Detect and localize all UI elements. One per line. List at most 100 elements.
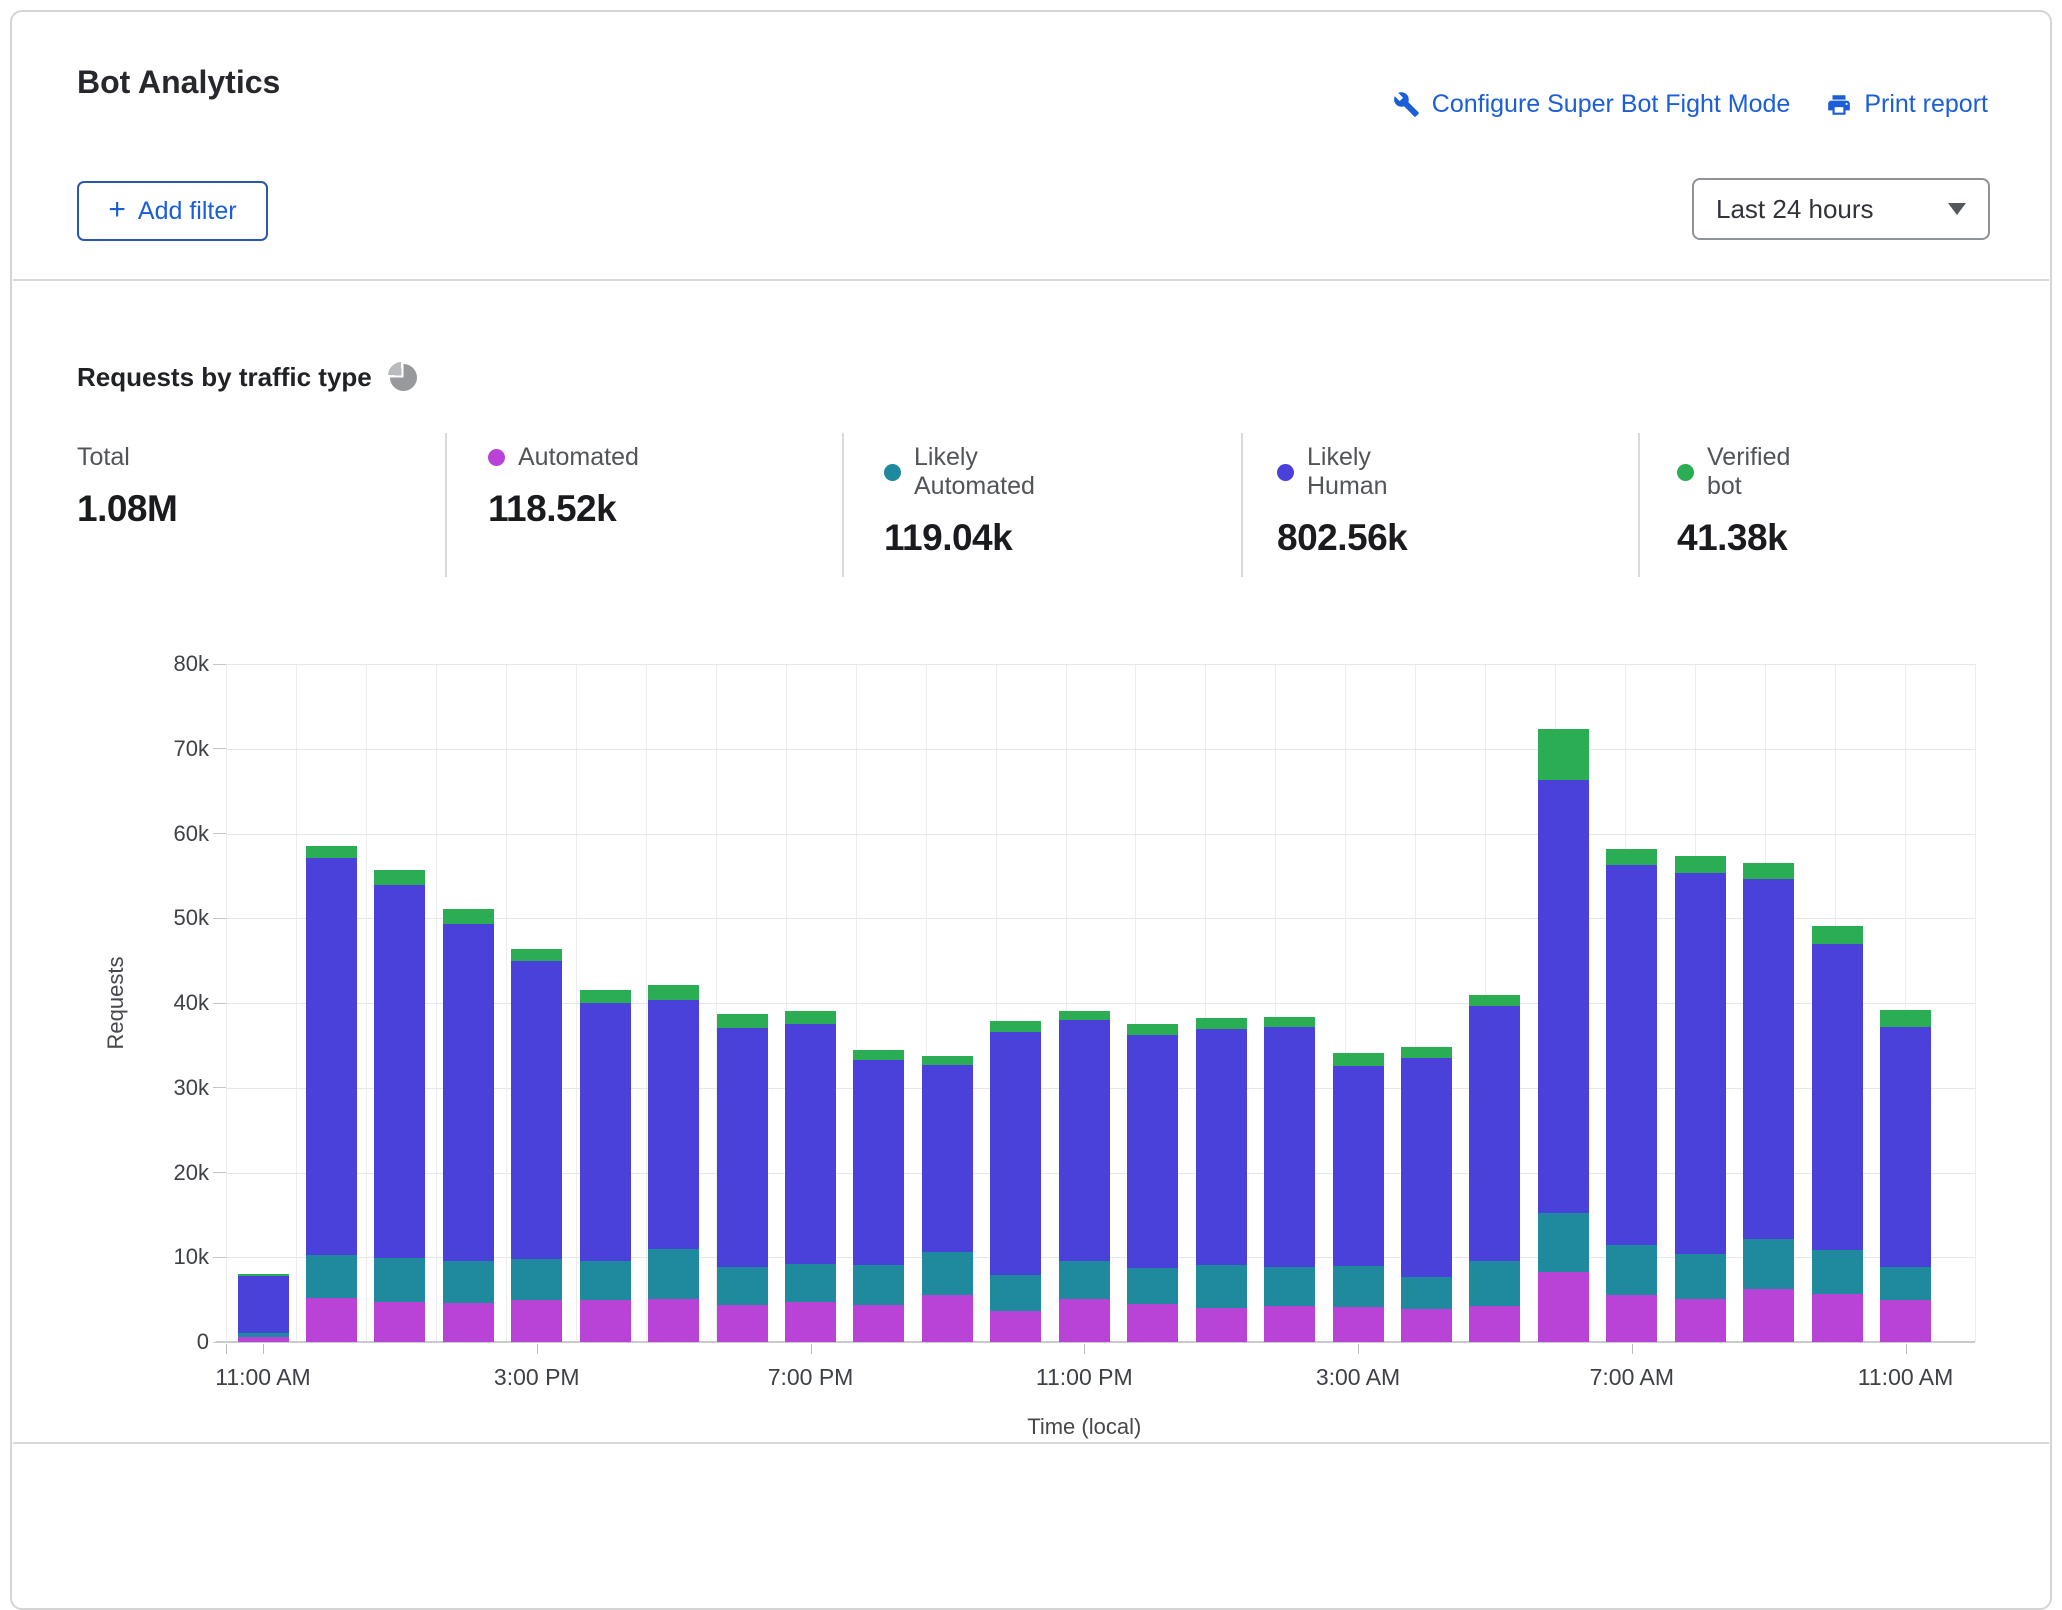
bar-segment-likely-automated[interactable] [443,1261,494,1303]
bar-segment-likely-human[interactable] [1059,1020,1110,1262]
bar-segment-likely-automated[interactable] [238,1333,289,1337]
bar-segment-automated[interactable] [1880,1300,1931,1342]
bar-segment-likely-automated[interactable] [1812,1250,1863,1293]
bar-segment-verified-bot[interactable] [717,1014,768,1028]
bar-segment-likely-automated[interactable] [1059,1261,1110,1299]
bar-segment-likely-human[interactable] [1675,873,1726,1254]
bar-segment-automated[interactable] [1743,1289,1794,1342]
bar-segment-likely-automated[interactable] [306,1255,357,1298]
bar-segment-likely-human[interactable] [1880,1027,1931,1268]
bar-segment-likely-automated[interactable] [853,1265,904,1305]
bar-segment-automated[interactable] [238,1337,289,1342]
bar-segment-verified-bot[interactable] [785,1011,836,1024]
bar-segment-verified-bot[interactable] [238,1274,289,1276]
bar-segment-verified-bot[interactable] [1812,926,1863,944]
bar-segment-likely-human[interactable] [717,1028,768,1267]
time-range-select[interactable]: Last 24 hours [1692,178,1990,240]
bar-segment-likely-human[interactable] [580,1003,631,1261]
add-filter-button[interactable]: + Add filter [77,181,268,241]
bar-segment-automated[interactable] [648,1299,699,1342]
bar-segment-verified-bot[interactable] [990,1021,1041,1032]
bar-segment-likely-human[interactable] [648,1000,699,1249]
bar-segment-automated[interactable] [1059,1299,1110,1342]
bar-segment-verified-bot[interactable] [1606,849,1657,865]
bar-segment-automated[interactable] [785,1302,836,1342]
bar-segment-automated[interactable] [306,1298,357,1342]
bar-segment-verified-bot[interactable] [1401,1047,1452,1058]
bar-segment-automated[interactable] [511,1300,562,1342]
bar-segment-verified-bot[interactable] [374,870,425,885]
bar-segment-likely-human[interactable] [1743,879,1794,1238]
bar-segment-verified-bot[interactable] [580,990,631,1003]
bar-segment-likely-automated[interactable] [1880,1267,1931,1300]
bar-segment-likely-human[interactable] [443,924,494,1261]
bar-segment-likely-automated[interactable] [1264,1267,1315,1306]
bar-segment-automated[interactable] [1127,1304,1178,1342]
bar-segment-automated[interactable] [443,1303,494,1342]
bar-segment-likely-automated[interactable] [922,1252,973,1294]
bar-segment-verified-bot[interactable] [1675,856,1726,873]
bar-segment-likely-automated[interactable] [1469,1261,1520,1307]
bar-segment-likely-automated[interactable] [580,1261,631,1301]
bar-segment-likely-human[interactable] [1401,1058,1452,1277]
bar-segment-likely-human[interactable] [306,858,357,1255]
bar-segment-likely-human[interactable] [853,1060,904,1265]
bar-segment-automated[interactable] [1812,1294,1863,1342]
bar-segment-likely-human[interactable] [1469,1006,1520,1260]
bar-segment-verified-bot[interactable] [1538,729,1589,780]
configure-super-bot-fight-mode-link[interactable]: Configure Super Bot Fight Mode [1393,90,1791,119]
bar-segment-automated[interactable] [1333,1307,1384,1342]
bar-segment-automated[interactable] [717,1305,768,1342]
bar-segment-verified-bot[interactable] [1196,1018,1247,1029]
bar-segment-verified-bot[interactable] [1264,1017,1315,1027]
bar-segment-likely-automated[interactable] [1196,1265,1247,1308]
bar-segment-verified-bot[interactable] [1059,1011,1110,1019]
bar-segment-verified-bot[interactable] [648,985,699,999]
bar-segment-automated[interactable] [1469,1306,1520,1342]
bar-segment-likely-human[interactable] [1538,780,1589,1213]
bar-segment-verified-bot[interactable] [1880,1010,1931,1027]
bar-segment-verified-bot[interactable] [1333,1053,1384,1066]
bar-segment-likely-automated[interactable] [374,1258,425,1302]
bar-segment-verified-bot[interactable] [306,846,357,858]
bar-segment-likely-automated[interactable] [1333,1266,1384,1308]
bar-segment-likely-human[interactable] [922,1065,973,1252]
bar-segment-likely-human[interactable] [1606,865,1657,1246]
bar-segment-automated[interactable] [580,1300,631,1342]
bar-segment-likely-automated[interactable] [990,1275,1041,1311]
bar-segment-likely-human[interactable] [374,885,425,1258]
bar-segment-likely-automated[interactable] [785,1264,836,1302]
bar-segment-likely-automated[interactable] [648,1249,699,1299]
bar-segment-verified-bot[interactable] [1469,995,1520,1006]
bar-segment-likely-automated[interactable] [1401,1277,1452,1310]
bar-segment-verified-bot[interactable] [922,1056,973,1064]
bar-segment-likely-human[interactable] [1333,1066,1384,1266]
bar-segment-automated[interactable] [1675,1299,1726,1342]
bar-segment-likely-human[interactable] [1812,944,1863,1251]
bar-segment-likely-automated[interactable] [511,1259,562,1300]
bar-segment-automated[interactable] [374,1302,425,1342]
bar-segment-automated[interactable] [1264,1306,1315,1342]
bar-segment-likely-human[interactable] [238,1276,289,1333]
bar-segment-automated[interactable] [922,1295,973,1342]
bar-segment-likely-human[interactable] [1127,1035,1178,1268]
bar-segment-likely-automated[interactable] [1538,1213,1589,1271]
bar-segment-likely-human[interactable] [1264,1027,1315,1268]
bar-segment-verified-bot[interactable] [511,949,562,962]
bar-segment-likely-automated[interactable] [1127,1268,1178,1304]
bar-segment-verified-bot[interactable] [853,1050,904,1060]
bar-segment-automated[interactable] [1196,1308,1247,1342]
bar-segment-automated[interactable] [1538,1272,1589,1342]
bar-segment-likely-human[interactable] [785,1024,836,1264]
bar-segment-likely-automated[interactable] [1675,1254,1726,1299]
bar-segment-likely-human[interactable] [990,1032,1041,1275]
bar-segment-automated[interactable] [1606,1295,1657,1342]
bar-segment-verified-bot[interactable] [443,909,494,924]
bar-segment-automated[interactable] [990,1311,1041,1342]
bar-segment-verified-bot[interactable] [1743,863,1794,879]
bar-segment-verified-bot[interactable] [1127,1024,1178,1035]
bar-segment-likely-human[interactable] [1196,1029,1247,1265]
bar-segment-automated[interactable] [853,1305,904,1342]
print-report-link[interactable]: Print report [1826,90,1988,119]
bar-segment-likely-automated[interactable] [717,1267,768,1305]
